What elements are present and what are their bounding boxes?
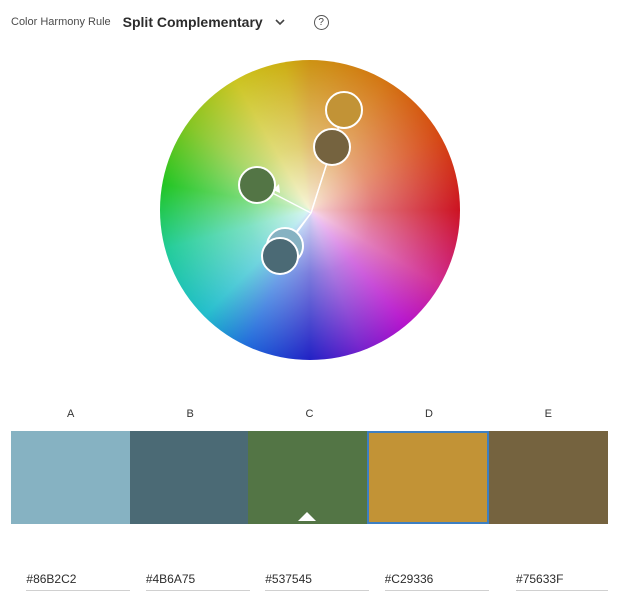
triangle-up-icon [298,512,317,521]
header: Color Harmony Rule Split Complementary ? [11,10,329,34]
swatch-row [11,431,608,524]
swatch-d[interactable] [366,431,490,524]
help-icon[interactable]: ? [313,14,329,30]
swatch-letter-b: B [186,408,194,420]
color-handle-d[interactable] [325,91,363,129]
hex-input-b[interactable] [145,570,250,591]
harmony-rule-dropdown[interactable]: Split Complementary [123,14,286,30]
hex-input-d[interactable] [384,570,489,591]
swatch-b[interactable] [129,431,249,524]
hex-input-e[interactable] [516,570,609,591]
chevron-down-icon[interactable] [274,16,286,28]
swatch-c[interactable] [248,431,367,524]
harmony-lines [238,91,363,275]
swatch-letter-e: E [544,408,552,420]
color-handle-b[interactable] [261,237,299,275]
swatch-a[interactable] [11,431,130,524]
color-handle-e[interactable] [313,128,351,166]
swatch-letters: A B C D E [11,408,608,420]
color-handle-c-base[interactable] [238,166,276,204]
color-wheel[interactable] [160,60,460,360]
swatch-letter-c: C [305,408,314,420]
harmony-rule-value[interactable]: Split Complementary [123,14,263,30]
swatch-letter-a: A [67,408,75,420]
swatch-e[interactable] [489,431,608,524]
hex-row [11,570,609,591]
harmony-rule-label: Color Harmony Rule [11,16,111,28]
swatch-letter-d: D [424,408,433,420]
hex-input-a[interactable] [26,570,131,591]
hex-input-c[interactable] [265,570,370,591]
